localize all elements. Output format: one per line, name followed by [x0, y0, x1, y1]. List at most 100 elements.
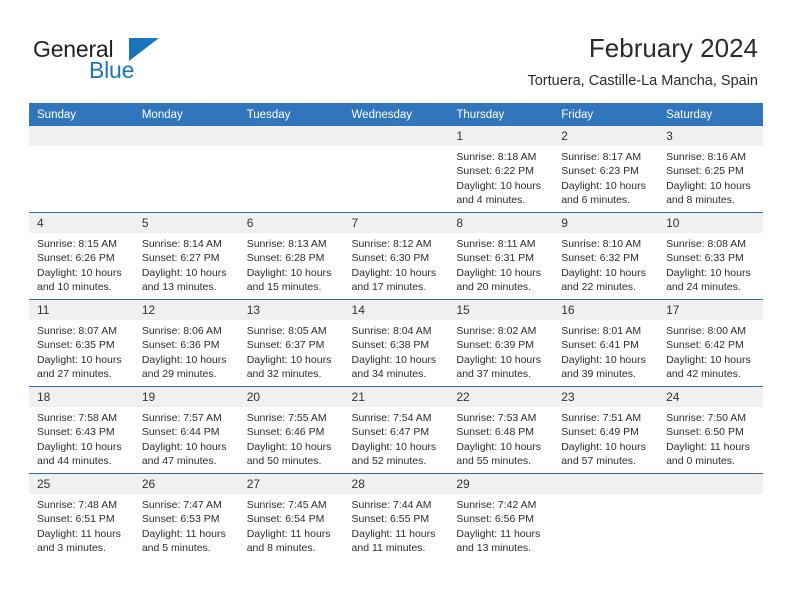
- day-details: Sunrise: 8:16 AM Sunset: 6:25 PM Daylight:…: [658, 146, 763, 207]
- sunset-time: Sunset: 6:55 PM: [351, 513, 430, 526]
- sunrise-time: Sunrise: 8:17 AM: [561, 151, 642, 163]
- sunrise-time: Sunrise: 8:04 AM: [351, 325, 432, 337]
- calendar-cell-day[interactable]: 17 Sunrise: 8:00 AM Sunset: 6:42 PM Dayligh…: [658, 299, 763, 387]
- calendar-cell-day[interactable]: 19 Sunrise: 7:57 AM Sunset: 6:44 PM Dayligh…: [133, 386, 239, 474]
- location-subtitle: Tortuera, Castille-La Mancha, Spain: [527, 73, 758, 89]
- daylight-duration-line2: and 34 minutes.: [351, 367, 427, 380]
- day-box: 20 Sunrise: 7:55 AM Sunset: 6:46 PM Dayligh…: [238, 387, 344, 473]
- sunrise-time: Sunrise: 7:47 AM: [141, 499, 222, 511]
- calendar-cell-day[interactable]: 15 Sunrise: 8:02 AM Sunset: 6:39 PM Dayligh…: [448, 299, 554, 387]
- sunset-time: Sunset: 6:36 PM: [141, 339, 220, 352]
- day-number: 19: [133, 387, 239, 407]
- day-details: Sunrise: 7:48 AM Sunset: 6:51 PM Daylight:…: [29, 494, 134, 555]
- calendar-cell-day[interactable]: 29 Sunrise: 7:42 AM Sunset: 6:56 PM Dayligh…: [448, 473, 554, 560]
- day-box: 16 Sunrise: 8:01 AM Sunset: 6:41 PM Dayligh…: [553, 300, 659, 386]
- calendar-cell-day[interactable]: 24 Sunrise: 7:50 AM Sunset: 6:50 PM Dayligh…: [658, 386, 763, 474]
- calendar-cell-day[interactable]: 3 Sunrise: 8:16 AM Sunset: 6:25 PM Daylight…: [658, 126, 763, 213]
- day-number: 7: [343, 213, 449, 233]
- sunrise-time: Sunrise: 8:14 AM: [141, 238, 222, 250]
- day-details: Sunrise: 7:54 AM Sunset: 6:47 PM Daylight:…: [344, 407, 449, 468]
- day-number: 5: [133, 213, 239, 233]
- calendar-cell-day[interactable]: 23 Sunrise: 7:51 AM Sunset: 6:49 PM Dayligh…: [553, 386, 659, 474]
- daylight-duration-line1: Daylight: 10 hours: [246, 353, 332, 366]
- day-box: [343, 126, 449, 212]
- daylight-duration-line1: Daylight: 10 hours: [666, 266, 751, 279]
- calendar-cell-day[interactable]: 4 Sunrise: 8:15 AM Sunset: 6:26 PM Daylight…: [29, 212, 134, 300]
- daylight-duration-line2: and 13 minutes.: [141, 280, 217, 293]
- day-box: 22 Sunrise: 7:53 AM Sunset: 6:48 PM Dayligh…: [448, 387, 554, 473]
- calendar-cell-day[interactable]: 18 Sunrise: 7:58 AM Sunset: 6:43 PM Dayligh…: [29, 386, 134, 474]
- day-box: 27 Sunrise: 7:45 AM Sunset: 6:54 PM Dayligh…: [238, 474, 344, 560]
- day-details: Sunrise: 8:00 AM Sunset: 6:42 PM Daylight:…: [658, 320, 763, 381]
- calendar-cell-day[interactable]: 10 Sunrise: 8:08 AM Sunset: 6:33 PM Dayligh…: [658, 212, 763, 300]
- calendar-cell-day[interactable]: 20 Sunrise: 7:55 AM Sunset: 6:46 PM Dayligh…: [238, 386, 344, 474]
- daylight-duration-line2: and 50 minutes.: [246, 454, 322, 467]
- page-header: General Blue February 2024 Tortuera, Cas…: [0, 0, 792, 100]
- calendar-cell-day[interactable]: 12 Sunrise: 8:06 AM Sunset: 6:36 PM Dayligh…: [133, 299, 239, 387]
- day-number: [553, 474, 659, 494]
- day-box: 13 Sunrise: 8:05 AM Sunset: 6:37 PM Dayligh…: [238, 300, 344, 386]
- day-box: 25 Sunrise: 7:48 AM Sunset: 6:51 PM Dayligh…: [29, 474, 134, 560]
- calendar-cell-empty: [29, 126, 134, 213]
- calendar-cell-day[interactable]: 16 Sunrise: 8:01 AM Sunset: 6:41 PM Dayligh…: [553, 299, 659, 387]
- calendar-cell-day[interactable]: 14 Sunrise: 8:04 AM Sunset: 6:38 PM Dayligh…: [343, 299, 449, 387]
- calendar-cell-day[interactable]: 5 Sunrise: 8:14 AM Sunset: 6:27 PM Daylight…: [133, 212, 239, 300]
- day-number: [658, 474, 763, 494]
- daylight-duration-line2: and 3 minutes.: [37, 541, 106, 554]
- calendar-cell-day[interactable]: 6 Sunrise: 8:13 AM Sunset: 6:28 PM Daylight…: [238, 212, 344, 300]
- calendar-cell-day[interactable]: 9 Sunrise: 8:10 AM Sunset: 6:32 PM Daylight…: [553, 212, 659, 300]
- day-box: [133, 126, 239, 212]
- calendar-cell-day[interactable]: 7 Sunrise: 8:12 AM Sunset: 6:30 PM Daylight…: [343, 212, 449, 300]
- sunrise-time: Sunrise: 7:54 AM: [351, 412, 432, 424]
- day-box: 29 Sunrise: 7:42 AM Sunset: 6:56 PM Dayligh…: [448, 474, 554, 560]
- daylight-duration-line2: and 37 minutes.: [456, 367, 532, 380]
- day-number: 24: [658, 387, 763, 407]
- calendar-cell-day[interactable]: 26 Sunrise: 7:47 AM Sunset: 6:53 PM Dayligh…: [133, 473, 239, 560]
- day-number: 15: [448, 300, 554, 320]
- daylight-duration-line2: and 15 minutes.: [246, 280, 322, 293]
- day-box: 19 Sunrise: 7:57 AM Sunset: 6:44 PM Dayligh…: [133, 387, 239, 473]
- day-details: Sunrise: 7:44 AM Sunset: 6:55 PM Daylight:…: [344, 494, 449, 555]
- daylight-duration-line2: and 57 minutes.: [561, 454, 636, 467]
- day-number: 26: [133, 474, 239, 494]
- calendar-cell-day[interactable]: 11 Sunrise: 8:07 AM Sunset: 6:35 PM Dayligh…: [29, 299, 134, 387]
- calendar-week-row: 18 Sunrise: 7:58 AM Sunset: 6:43 PM Dayligh…: [29, 386, 763, 474]
- daylight-duration-line2: and 11 minutes.: [351, 541, 426, 554]
- sunset-time: Sunset: 6:23 PM: [561, 165, 639, 178]
- calendar-cell-day[interactable]: 2 Sunrise: 8:17 AM Sunset: 6:23 PM Daylight…: [553, 126, 659, 213]
- sunset-time: Sunset: 6:54 PM: [246, 513, 325, 526]
- calendar-cell-day[interactable]: 21 Sunrise: 7:54 AM Sunset: 6:47 PM Dayligh…: [343, 386, 449, 474]
- sunrise-time: Sunrise: 7:48 AM: [37, 499, 117, 511]
- day-number: [343, 126, 449, 146]
- calendar-cell-day[interactable]: 28 Sunrise: 7:44 AM Sunset: 6:55 PM Dayligh…: [343, 473, 449, 560]
- daylight-duration-line2: and 5 minutes.: [141, 541, 211, 554]
- day-details: Sunrise: 8:18 AM Sunset: 6:22 PM Daylight:…: [448, 146, 553, 207]
- general-blue-logo[interactable]: General Blue: [33, 36, 223, 86]
- day-number: 10: [658, 213, 763, 233]
- day-details: Sunrise: 8:04 AM Sunset: 6:38 PM Daylight:…: [344, 320, 449, 381]
- sunrise-time: Sunrise: 8:18 AM: [456, 151, 537, 163]
- calendar-cell-day[interactable]: 27 Sunrise: 7:45 AM Sunset: 6:54 PM Dayligh…: [238, 473, 344, 560]
- calendar-cell-day[interactable]: 22 Sunrise: 7:53 AM Sunset: 6:48 PM Dayligh…: [448, 386, 554, 474]
- calendar-week-row: 4 Sunrise: 8:15 AM Sunset: 6:26 PM Daylight…: [29, 212, 763, 300]
- calendar-cell-day[interactable]: 8 Sunrise: 8:11 AM Sunset: 6:31 PM Daylight…: [448, 212, 554, 300]
- sunrise-time: Sunrise: 8:08 AM: [666, 238, 747, 250]
- day-details: Sunrise: 8:11 AM Sunset: 6:31 PM Daylight:…: [448, 233, 553, 294]
- daylight-duration-line2: and 13 minutes.: [456, 541, 532, 554]
- calendar-cell-day[interactable]: 25 Sunrise: 7:48 AM Sunset: 6:51 PM Dayligh…: [29, 473, 134, 560]
- day-details: Sunrise: 8:14 AM Sunset: 6:27 PM Daylight:…: [134, 233, 239, 294]
- sunrise-time: Sunrise: 7:44 AM: [351, 499, 432, 511]
- day-number: 9: [553, 213, 659, 233]
- day-box: 15 Sunrise: 8:02 AM Sunset: 6:39 PM Dayligh…: [448, 300, 554, 386]
- day-details: Sunrise: 7:45 AM Sunset: 6:54 PM Daylight:…: [239, 494, 344, 555]
- calendar-page: General Blue February 2024 Tortuera, Cas…: [0, 0, 792, 612]
- daylight-duration-line1: Daylight: 10 hours: [666, 353, 751, 366]
- calendar-cell-day[interactable]: 1 Sunrise: 8:18 AM Sunset: 6:22 PM Daylight…: [448, 126, 554, 213]
- sunrise-time: Sunrise: 8:07 AM: [37, 325, 117, 337]
- logo-text-blue: Blue: [89, 57, 135, 83]
- sunset-time: Sunset: 6:51 PM: [37, 513, 115, 526]
- daylight-duration-line1: Daylight: 10 hours: [141, 266, 227, 279]
- daylight-duration-line1: Daylight: 10 hours: [37, 440, 122, 453]
- title-block: February 2024 Tortuera, Castille-La Manc…: [527, 32, 758, 91]
- calendar-cell-day[interactable]: 13 Sunrise: 8:05 AM Sunset: 6:37 PM Dayligh…: [238, 299, 344, 387]
